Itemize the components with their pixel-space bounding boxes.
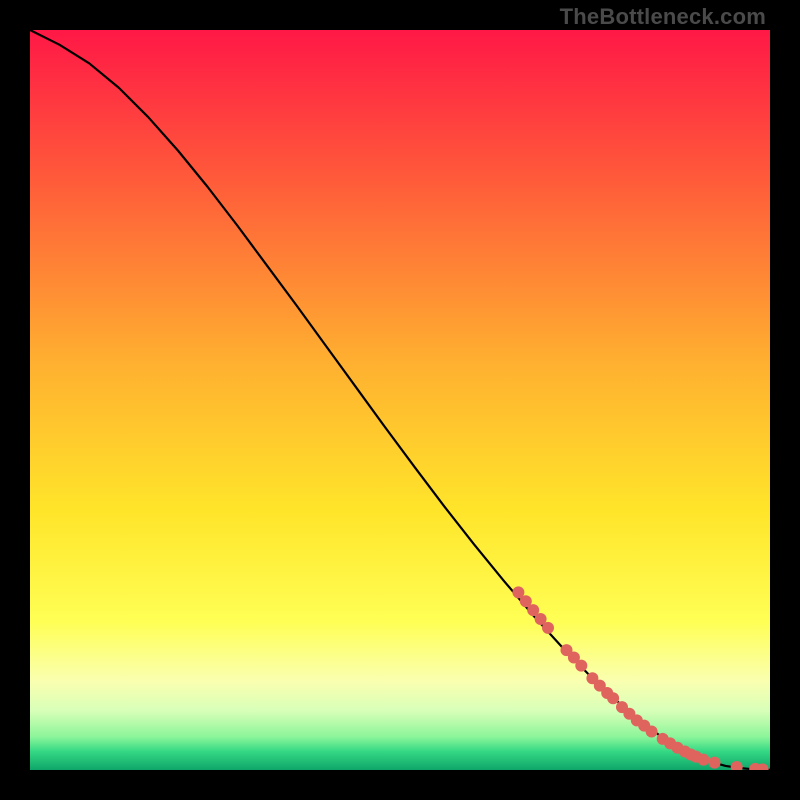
chart-svg	[30, 30, 770, 770]
sample-point	[646, 726, 658, 738]
gradient-background	[30, 30, 770, 770]
watermark-text: TheBottleneck.com	[560, 4, 766, 30]
plot-area	[30, 30, 770, 770]
chart-stage: TheBottleneck.com	[0, 0, 800, 800]
sample-point	[575, 660, 587, 672]
sample-point	[607, 692, 619, 704]
sample-point	[709, 757, 721, 769]
sample-point	[697, 754, 709, 766]
sample-point	[542, 622, 554, 634]
